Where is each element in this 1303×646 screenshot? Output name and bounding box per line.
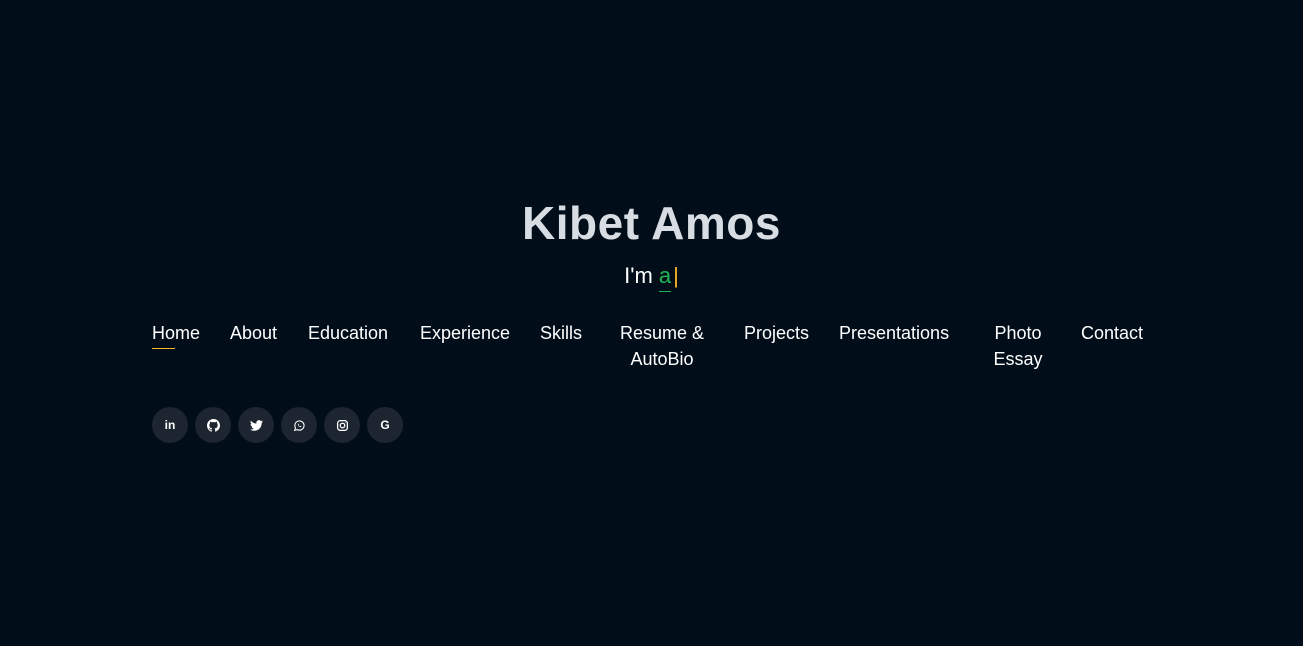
nav-photo-essay-label-line2: Essay	[993, 349, 1043, 369]
twitter-icon	[249, 419, 263, 432]
instagram-link[interactable]	[324, 407, 360, 443]
nav-photo-essay-label-line1: Photo	[994, 323, 1042, 343]
github-link[interactable]	[195, 407, 231, 443]
social-links: in G	[152, 407, 403, 443]
nav-experience[interactable]: Experience	[420, 320, 510, 346]
nav-about[interactable]: About	[230, 320, 277, 346]
hero-name: Kibet Amos	[522, 197, 781, 249]
instagram-icon	[336, 419, 349, 432]
nav-contact[interactable]: Contact	[1081, 320, 1143, 346]
linkedin-link[interactable]: in	[152, 407, 188, 443]
nav-resume-autobio[interactable]: Resume & AutoBio	[617, 320, 707, 372]
google-icon: G	[380, 418, 390, 432]
page: Kibet Amos I'm a| Home About Education E…	[0, 0, 1303, 646]
nav-about-label: About	[230, 323, 278, 343]
typed-cursor: |	[673, 263, 679, 288]
twitter-link[interactable]	[238, 407, 274, 443]
typed-tagline: I'm a|	[0, 262, 1303, 292]
nav-contact-label: Contact	[1081, 323, 1144, 343]
whatsapp-icon	[293, 419, 306, 432]
nav-education-label: Education	[308, 323, 389, 343]
google-link[interactable]: G	[367, 407, 403, 443]
nav-experience-label: Experience	[420, 323, 511, 343]
whatsapp-link[interactable]	[281, 407, 317, 443]
nav-skills[interactable]: Skills	[540, 320, 582, 346]
nav-home-label: Home	[152, 323, 201, 343]
nav-home[interactable]: Home	[152, 320, 201, 349]
nav-projects-label: Projects	[744, 323, 810, 343]
nav-presentations-label: Presentations	[839, 323, 950, 343]
nav-photo-essay[interactable]: Photo Essay	[988, 320, 1048, 372]
nav-projects[interactable]: Projects	[744, 320, 809, 346]
github-icon	[206, 418, 220, 432]
typed-prefix: I'm	[624, 263, 653, 288]
nav-resume-label-line2: AutoBio	[630, 349, 694, 369]
typed-word: a	[658, 263, 672, 292]
nav-presentations[interactable]: Presentations	[839, 320, 949, 346]
nav-skills-label: Skills	[540, 323, 583, 343]
linkedin-icon: in	[164, 418, 176, 432]
nav-resume-label-line1: Resume &	[619, 323, 705, 343]
nav-education[interactable]: Education	[308, 320, 388, 346]
